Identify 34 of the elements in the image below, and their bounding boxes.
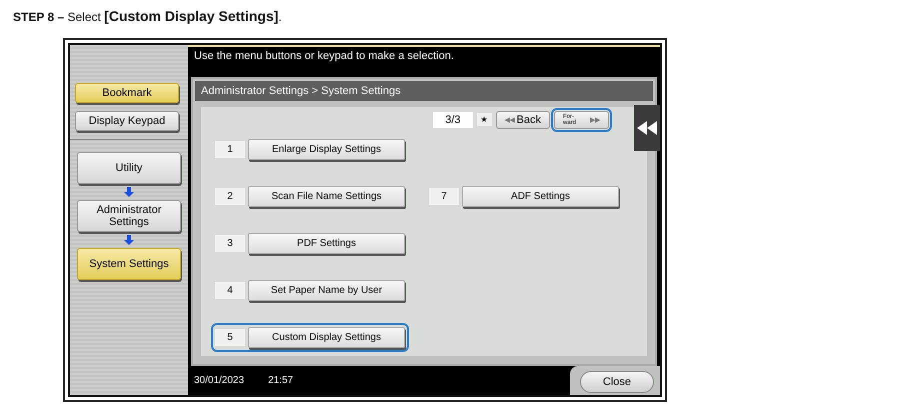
menu-label: Enlarge Display Settings bbox=[248, 138, 405, 160]
item-number: 7 bbox=[429, 188, 459, 205]
menu-label: PDF Settings bbox=[248, 232, 405, 254]
menu-item[interactable]: 4 Set Paper Name by User bbox=[211, 276, 409, 305]
menu-item[interactable]: 1 Enlarge Display Settings bbox=[211, 134, 409, 164]
menu-item[interactable]: 3 PDF Settings bbox=[211, 228, 409, 258]
menu-label: ADF Settings bbox=[462, 186, 619, 207]
side-tab[interactable] bbox=[634, 105, 660, 151]
sidebar-button[interactable]: Utility bbox=[77, 152, 181, 184]
item-number: 4 bbox=[215, 282, 245, 299]
menu-label: Set Paper Name by User bbox=[248, 280, 405, 301]
step-instruction: STEP 8 – Select [Custom Display Settings]. bbox=[13, 8, 283, 24]
item-number: 5 bbox=[215, 328, 245, 346]
sidebar-button[interactable]: System Settings bbox=[77, 248, 181, 280]
menu-item[interactable]: 7 ADF Settings bbox=[425, 182, 623, 211]
breadcrumb-title: Administrator Settings > System Settings bbox=[195, 80, 653, 101]
time-text: 21:57 bbox=[268, 374, 294, 386]
menu-label: Custom Display Settings bbox=[248, 326, 405, 348]
menu-item[interactable]: 2 Scan File Name Settings bbox=[211, 182, 409, 211]
menu-label: Scan File Name Settings bbox=[248, 186, 405, 207]
sidebar-button[interactable]: Administrator Settings bbox=[77, 200, 181, 232]
collapse-arrows-icon bbox=[637, 121, 657, 135]
close-button[interactable]: Close bbox=[580, 370, 654, 393]
star-button[interactable]: ★ bbox=[476, 113, 492, 126]
menu-item[interactable]: 5 Custom Display Settings bbox=[211, 322, 409, 352]
sidebar-button[interactable]: Display Keypad bbox=[75, 111, 179, 131]
item-number: 1 bbox=[215, 140, 245, 158]
down-arrow-icon bbox=[124, 235, 134, 245]
item-number: 3 bbox=[215, 234, 245, 252]
date-text: 30/01/2023 bbox=[194, 374, 244, 386]
page-counter: 3/3 bbox=[433, 112, 473, 128]
sidebar-button[interactable]: Bookmark bbox=[75, 83, 179, 103]
down-arrow-icon bbox=[124, 187, 134, 197]
item-number: 2 bbox=[215, 188, 245, 205]
